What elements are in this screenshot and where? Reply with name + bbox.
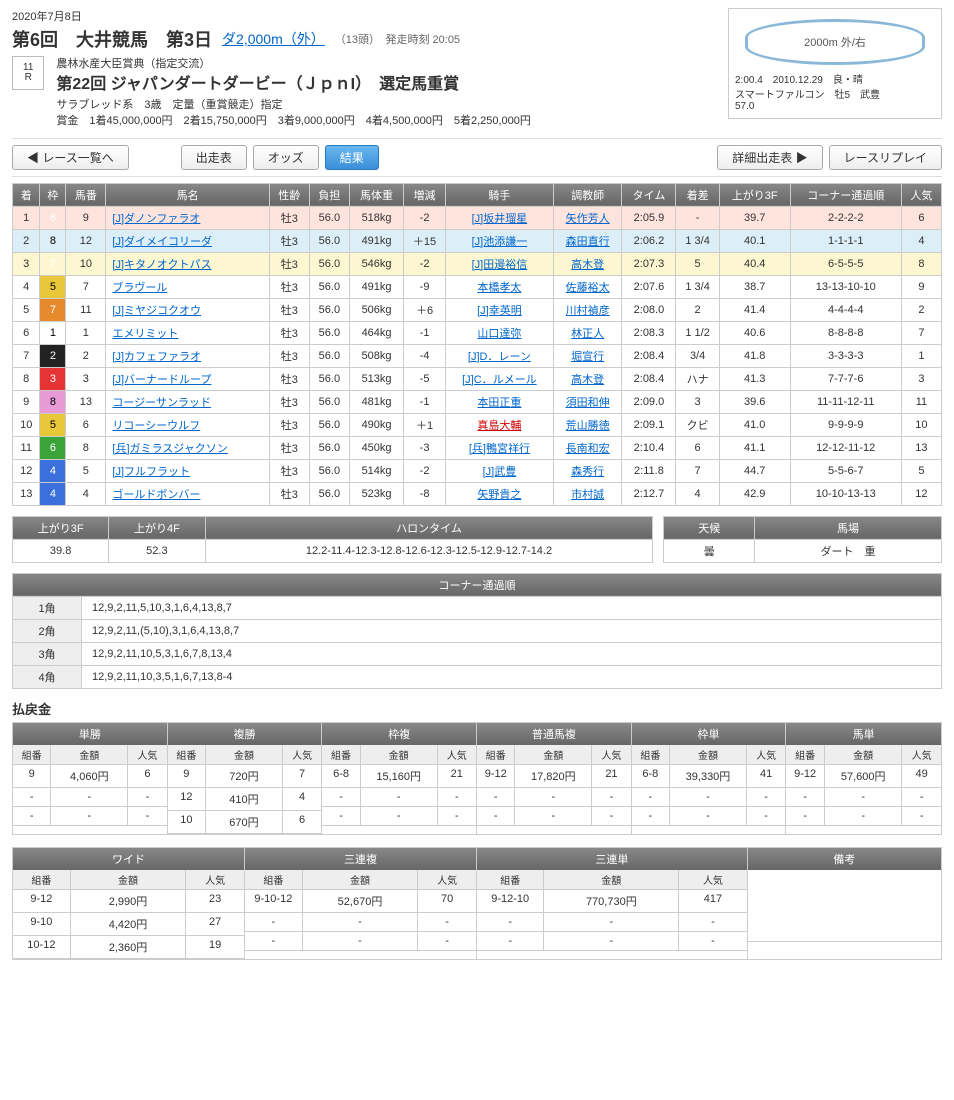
col-header: 着差 — [676, 183, 719, 206]
horse-link[interactable]: ブラヴール — [112, 282, 167, 294]
jockey-link[interactable]: [J]池添謙一 — [472, 236, 528, 248]
horse-link[interactable]: [J]ダノンファラオ — [112, 213, 200, 225]
col-header: 増減 — [404, 183, 446, 206]
result-row: 1056リコーシーウルフ牡356.0490kg＋1真島大輔荒山勝徳2:09.1ク… — [13, 413, 942, 436]
col-header: 負担 — [309, 183, 349, 206]
race-name: 第22回 ジャパンダートダービー（ＪｐｎI） 選定馬重賞 — [56, 73, 531, 97]
horse-link[interactable]: [J]ダイメイコリーダ — [112, 236, 212, 248]
jockey-link[interactable]: [J]坂井瑠星 — [472, 213, 528, 225]
race-replay-button[interactable]: レースリプレイ — [829, 145, 942, 170]
tab-results[interactable]: 結果 — [325, 145, 379, 170]
result-row: 1245[J]フルフラット牡356.0514kg-2[J]武豊森秀行2:11.8… — [13, 459, 942, 482]
col-header: 馬番 — [66, 183, 106, 206]
jockey-link[interactable]: 矢野貴之 — [477, 489, 521, 501]
result-row: 3710[J]キタノオクトパス牡356.0546kg-2[J]田邊裕信高木登2:… — [13, 252, 942, 275]
col-header: 性齢 — [269, 183, 309, 206]
trainer-link[interactable]: 荒山勝徳 — [566, 420, 610, 432]
corner-table: コーナー通過順 1角12,9,2,11,5,10,3,1,6,4,13,8,72… — [12, 573, 942, 689]
trainer-link[interactable]: 川村禎彦 — [566, 305, 610, 317]
record-horse: スマートファルコン 牡5 武豊 — [735, 86, 935, 101]
result-row: 722[J]カフェファラオ牡356.0508kg-4[J]D．レーン堀宣行2:0… — [13, 344, 942, 367]
trainer-link[interactable]: 森秀行 — [571, 466, 604, 478]
horse-link[interactable]: [J]キタノオクトパス — [112, 259, 211, 271]
payout-table-2: ワイド組番金額人気9-122,990円239-104,420円2710-122,… — [12, 847, 942, 960]
tab-odds[interactable]: オッズ — [253, 145, 319, 170]
distance-link[interactable]: ダ2,000m（外） — [222, 29, 325, 49]
jockey-link[interactable]: [J]C．ルメール — [462, 374, 537, 386]
detailed-entries-button[interactable]: 詳細出走表 ▶ — [717, 145, 822, 170]
jockey-link[interactable]: [J]幸英明 — [477, 305, 522, 317]
back-button[interactable]: ◀ レース一覧へ — [12, 145, 129, 170]
result-row: 457ブラヴール牡356.0491kg-9本橋孝太佐藤裕太2:07.61 3/4… — [13, 275, 942, 298]
result-row: 1344ゴールドボンバー牡356.0523kg-8矢野貴之市村誠2:12.744… — [13, 482, 942, 505]
col-header: 着 — [13, 183, 40, 206]
col-header: コーナー通過順 — [790, 183, 901, 206]
track-record-box: 2000m 外/右 2:00.4 2010.12.29 良・晴 スマートファルコ… — [728, 8, 942, 119]
lap-table: 上がり3F上がり4Fハロンタイム 39.852.312.2-11.4-12.3-… — [12, 516, 653, 563]
jockey-link[interactable]: 山口達弥 — [477, 328, 521, 340]
horse-link[interactable]: コージーサンラッド — [112, 397, 211, 409]
col-header: 調教師 — [553, 183, 622, 206]
jockey-link[interactable]: 真島大輔 — [477, 420, 521, 432]
col-header: 騎手 — [445, 183, 553, 206]
col-header: 馬名 — [106, 183, 269, 206]
result-row: 1168[兵]ガミラスジャクソン牡356.0450kg-3[兵]鴨宮祥行長南和宏… — [13, 436, 942, 459]
horse-link[interactable]: [J]フルフラット — [112, 466, 190, 478]
result-row: 833[J]バーナードループ牡356.0513kg-5[J]C．ルメール高木登2… — [13, 367, 942, 390]
jockey-link[interactable]: [J]田邊裕信 — [472, 259, 528, 271]
result-row: 5711[J]ミヤジコクオウ牡356.0506kg＋6[J]幸英明川村禎彦2:0… — [13, 298, 942, 321]
trainer-link[interactable]: 高木登 — [571, 259, 604, 271]
jockey-link[interactable]: [J]D．レーン — [468, 351, 531, 363]
tab-entries[interactable]: 出走表 — [181, 145, 247, 170]
payout-title: 払戻金 — [12, 699, 942, 718]
jockey-link[interactable]: 本田正重 — [477, 397, 521, 409]
corner-title: コーナー通過順 — [13, 573, 942, 596]
horse-link[interactable]: エメリミット — [112, 328, 178, 340]
track-diagram: 2000m 外/右 — [745, 19, 925, 65]
record-weight: 57.0 — [735, 101, 935, 112]
col-header: 枠 — [40, 183, 66, 206]
trainer-link[interactable]: 佐藤裕太 — [566, 282, 610, 294]
prize-money: 賞金 1着45,000,000円 2着15,750,000円 3着9,000,0… — [56, 113, 531, 130]
race-subtitle-2: サラブレッド系 3歳 定量（重賞競走）指定 — [56, 97, 531, 114]
result-row: 611エメリミット牡356.0464kg-1山口達弥林正人2:08.31 1/2… — [13, 321, 942, 344]
payout-table-1: 単勝組番金額人気94,060円6------複勝組番金額人気9720円71241… — [12, 722, 942, 835]
result-row: 2812[J]ダイメイコリーダ牡356.0491kg＋15[J]池添謙一森田直行… — [13, 229, 942, 252]
col-header: 上がり3F — [719, 183, 790, 206]
horse-link[interactable]: リコーシーウルフ — [112, 420, 200, 432]
jockey-link[interactable]: [J]武豊 — [483, 466, 517, 478]
trainer-link[interactable]: 林正人 — [571, 328, 604, 340]
col-header: タイム — [622, 183, 676, 206]
trainer-link[interactable]: 市村誠 — [571, 489, 604, 501]
horse-link[interactable]: [J]バーナードループ — [112, 374, 211, 386]
condition-table: 天候馬場 曇ダート 重 — [663, 516, 942, 563]
race-info: （13頭） 発走時刻 20:05 — [335, 31, 460, 47]
jockey-link[interactable]: 本橋孝太 — [477, 282, 521, 294]
race-subtitle-1: 農林水産大臣賞典（指定交流） — [56, 56, 531, 73]
result-row: 9813コージーサンラッド牡356.0481kg-1本田正重須田和伸2:09.0… — [13, 390, 942, 413]
horse-link[interactable]: ゴールドボンバー — [112, 489, 200, 501]
trainer-link[interactable]: 矢作芳人 — [566, 213, 610, 225]
race-number: 11R — [12, 56, 44, 90]
col-header: 人気 — [901, 183, 941, 206]
horse-link[interactable]: [J]カフェファラオ — [112, 351, 201, 363]
trainer-link[interactable]: 高木登 — [571, 374, 604, 386]
horse-link[interactable]: [J]ミヤジコクオウ — [112, 305, 201, 317]
meeting-title: 第6回 大井競馬 第3日 — [12, 26, 212, 52]
trainer-link[interactable]: 堀宣行 — [571, 351, 604, 363]
trainer-link[interactable]: 森田直行 — [566, 236, 610, 248]
race-date: 2020年7月8日 — [12, 8, 728, 24]
trainer-link[interactable]: 須田和伸 — [566, 397, 610, 409]
horse-link[interactable]: [兵]ガミラスジャクソン — [112, 443, 227, 455]
jockey-link[interactable]: [兵]鴨宮祥行 — [469, 443, 530, 455]
col-header: 馬体重 — [349, 183, 403, 206]
record-time: 2:00.4 2010.12.29 良・晴 — [735, 71, 935, 86]
result-row: 169[J]ダノンファラオ牡356.0518kg-2[J]坂井瑠星矢作芳人2:0… — [13, 206, 942, 229]
trainer-link[interactable]: 長南和宏 — [566, 443, 610, 455]
results-table: 着枠馬番馬名性齢負担馬体重増減騎手調教師タイム着差上がり3Fコーナー通過順人気 … — [12, 183, 942, 506]
